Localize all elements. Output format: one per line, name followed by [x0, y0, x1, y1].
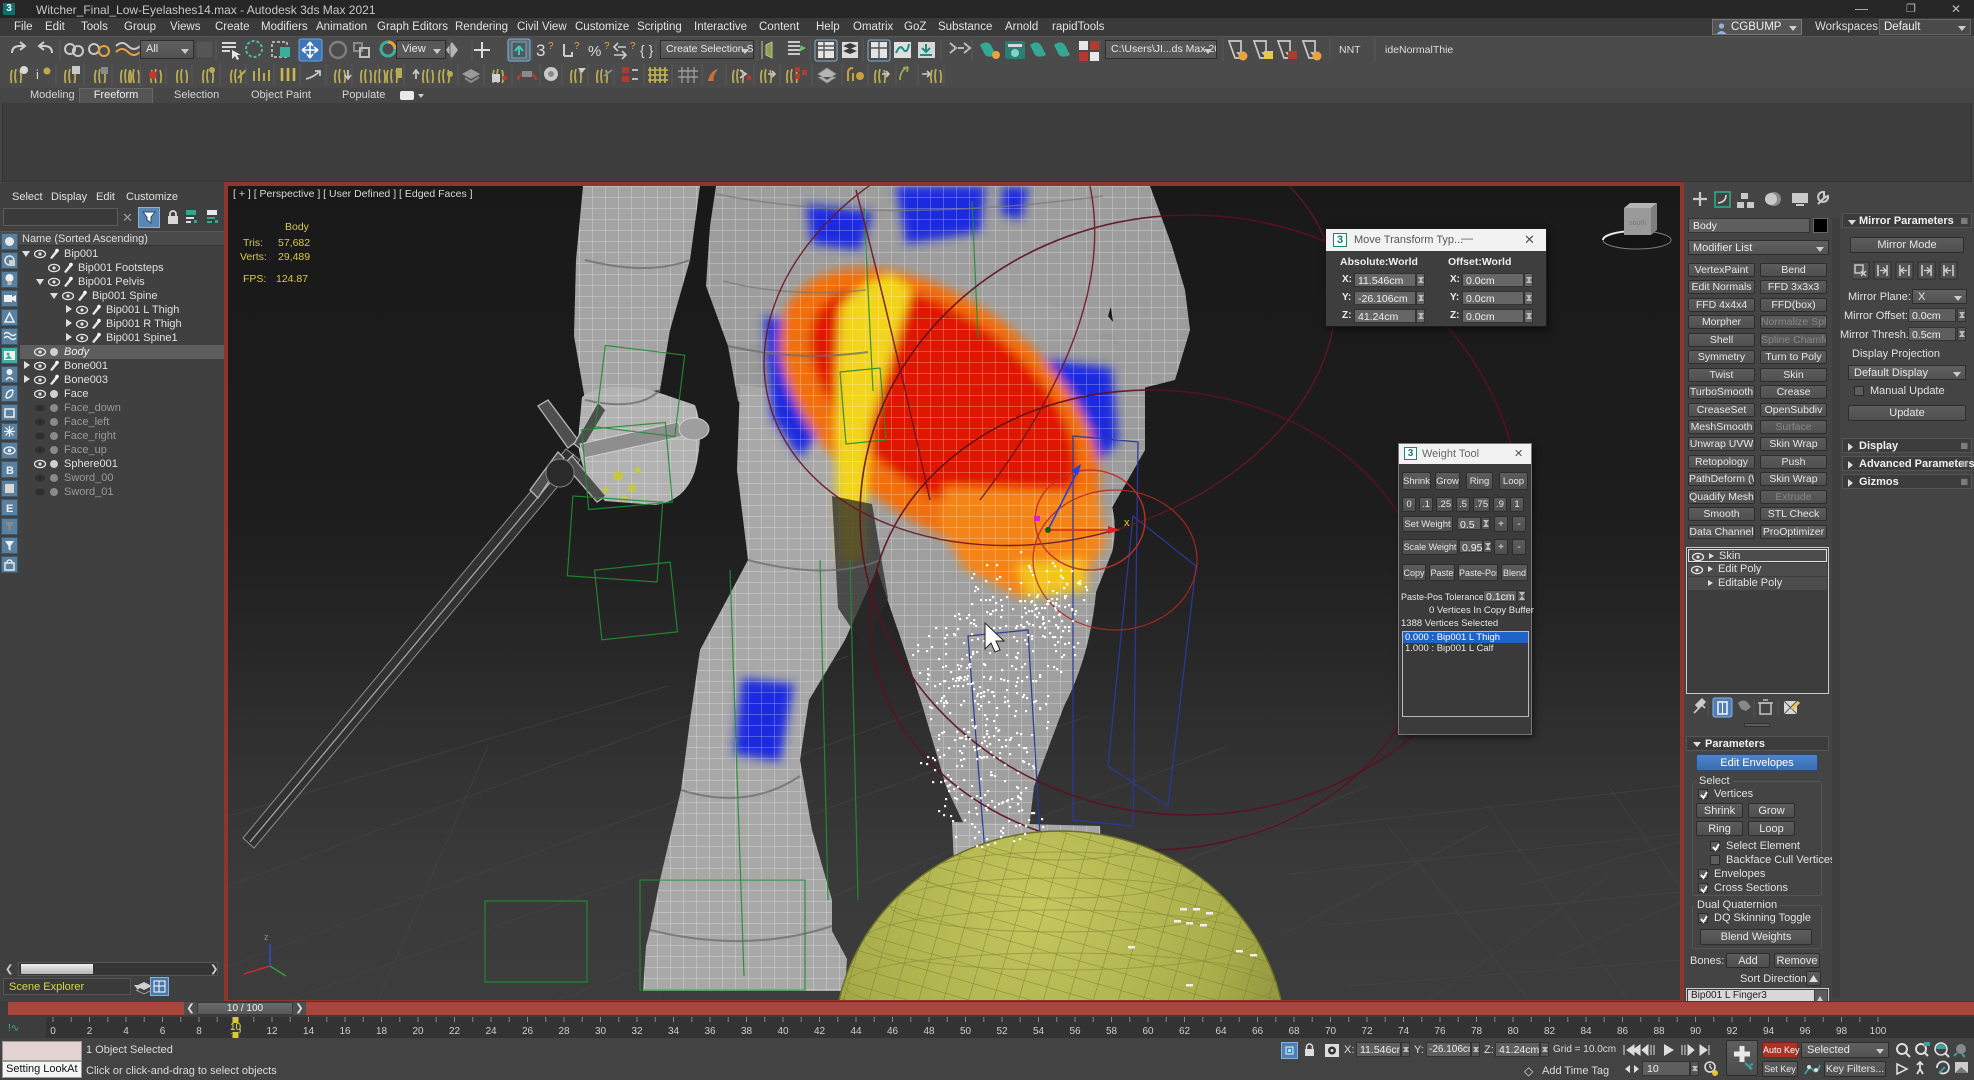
- svg-text:62: 62: [1179, 1026, 1191, 1037]
- svg-text:[ + ] [ Perspective ] [ User D: [ + ] [ Perspective ] [ User Defined ] […: [233, 188, 473, 200]
- svg-text:16: 16: [339, 1026, 351, 1037]
- svg-text:24: 24: [485, 1026, 497, 1037]
- svg-text:%: %: [588, 43, 601, 60]
- svg-text:64: 64: [1215, 1026, 1227, 1037]
- svg-text:84: 84: [1580, 1026, 1592, 1037]
- svg-text:34: 34: [668, 1026, 680, 1037]
- svg-text:46: 46: [887, 1026, 899, 1037]
- svg-text:82: 82: [1544, 1026, 1556, 1037]
- svg-text:66: 66: [1252, 1026, 1264, 1037]
- svg-text:54: 54: [1033, 1026, 1045, 1037]
- svg-text:42: 42: [814, 1026, 826, 1037]
- svg-text:58: 58: [1106, 1026, 1118, 1037]
- svg-text:60: 60: [1142, 1026, 1154, 1037]
- svg-text:Verts:: Verts:: [240, 251, 267, 263]
- svg-text:50: 50: [960, 1026, 972, 1037]
- svg-text:94: 94: [1763, 1026, 1775, 1037]
- svg-text:i: i: [36, 67, 39, 82]
- svg-text:6: 6: [160, 1026, 166, 1037]
- svg-text:14: 14: [303, 1026, 315, 1037]
- svg-text:92: 92: [1726, 1026, 1738, 1037]
- svg-text:56: 56: [1069, 1026, 1081, 1037]
- svg-text:100: 100: [1870, 1026, 1887, 1037]
- svg-text:12: 12: [266, 1026, 278, 1037]
- svg-text:32: 32: [631, 1026, 643, 1037]
- svg-text:4: 4: [123, 1026, 129, 1037]
- svg-text:68: 68: [1288, 1026, 1300, 1037]
- svg-text:26: 26: [522, 1026, 534, 1037]
- svg-text:FPS:: FPS:: [243, 273, 266, 285]
- svg-text:96: 96: [1799, 1026, 1811, 1037]
- svg-text:Body: Body: [285, 221, 310, 233]
- svg-text:z: z: [264, 932, 269, 942]
- svg-text:86: 86: [1617, 1026, 1629, 1037]
- svg-text:28: 28: [558, 1026, 570, 1037]
- svg-text:?: ?: [574, 41, 580, 52]
- svg-text:20: 20: [412, 1026, 424, 1037]
- svg-text:88: 88: [1653, 1026, 1665, 1037]
- svg-text:{ }: { }: [640, 42, 654, 58]
- svg-text:78: 78: [1471, 1026, 1483, 1037]
- svg-text:2: 2: [87, 1026, 93, 1037]
- svg-text:B: B: [6, 465, 14, 477]
- svg-text:70: 70: [1325, 1026, 1337, 1037]
- svg-text:72: 72: [1361, 1026, 1373, 1037]
- svg-text:76: 76: [1434, 1026, 1446, 1037]
- svg-text:?: ?: [630, 41, 636, 52]
- svg-text:36: 36: [704, 1026, 716, 1037]
- svg-text:52: 52: [996, 1026, 1008, 1037]
- svg-text:80: 80: [1507, 1026, 1519, 1037]
- svg-text:?: ?: [604, 41, 610, 52]
- svg-text:29,489: 29,489: [278, 251, 310, 263]
- svg-text:38: 38: [741, 1026, 753, 1037]
- svg-text:30: 30: [595, 1026, 607, 1037]
- svg-text:0: 0: [50, 1026, 56, 1037]
- svg-text:3: 3: [536, 41, 545, 60]
- svg-text:90: 90: [1690, 1026, 1702, 1037]
- svg-text:?: ?: [548, 41, 554, 52]
- svg-text:!∿: !∿: [8, 1023, 19, 1034]
- svg-text:98: 98: [1836, 1026, 1848, 1037]
- svg-text:22: 22: [449, 1026, 461, 1037]
- svg-text:57,682: 57,682: [278, 237, 310, 249]
- svg-text:Tris:: Tris:: [243, 237, 263, 249]
- svg-text:E: E: [6, 503, 13, 515]
- svg-text:8: 8: [196, 1026, 202, 1037]
- svg-text:40: 40: [777, 1026, 789, 1037]
- svg-text:48: 48: [923, 1026, 935, 1037]
- svg-text:74: 74: [1398, 1026, 1410, 1037]
- svg-text:124.87: 124.87: [276, 273, 308, 285]
- svg-text:x: x: [1124, 517, 1130, 529]
- svg-text:18: 18: [376, 1026, 388, 1037]
- svg-text:south: south: [1629, 220, 1646, 227]
- svg-text:10: 10: [230, 1022, 242, 1033]
- svg-text:44: 44: [850, 1026, 862, 1037]
